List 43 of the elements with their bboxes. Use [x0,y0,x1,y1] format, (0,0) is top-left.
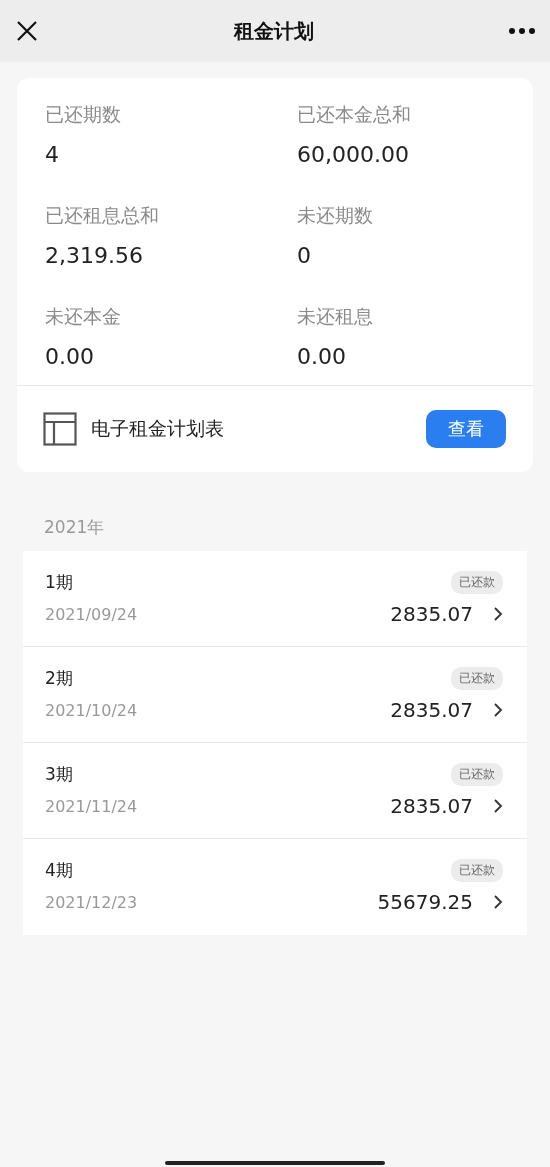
status-tag: 已还款 [451,571,503,594]
installment-row[interactable]: 2期 已还款 2021/10/24 2835.07 [23,647,527,743]
stat-label: 未还本金 [45,304,122,329]
stat-value: 4 [45,142,60,167]
amount: 2835.07 [390,602,473,626]
chevron-icon [493,894,503,910]
period-label: 3期 [45,763,73,786]
stat-label: 已还本金总和 [297,102,412,127]
stat-value: 0.00 [297,344,347,369]
period-label: 2期 [45,667,73,690]
due-date: 2021/11/24 [45,796,138,816]
stat-value: 2,319.56 [45,243,144,268]
chevron-icon [493,606,503,622]
due-date: 2021/12/23 [45,892,138,912]
status-tag: 已还款 [451,763,503,786]
stat-label: 未还租息 [297,304,374,329]
due-date: 2021/10/24 [45,700,138,720]
amount: 2835.07 [390,794,473,818]
installment-row[interactable]: 1期 已还款 2021/09/24 2835.07 [23,551,527,647]
year-label: 2021年 [43,516,106,539]
stat-value: 0.00 [45,344,95,369]
more-button[interactable] [508,27,536,35]
stat-label: 已还租息总和 [45,203,160,228]
stat-label: 已还期数 [45,102,122,127]
stat-label: 未还期数 [297,203,374,228]
view-button[interactable]: 查看 [426,410,506,448]
installment-row[interactable]: 3期 已还款 2021/11/24 2835.07 [23,743,527,839]
document-label: 电子租金计划表 [91,416,225,441]
table-icon [43,412,77,446]
more-icon [508,27,536,35]
installment-row[interactable]: 4期 已还款 2021/12/23 55679.25 [23,839,527,935]
due-date: 2021/09/24 [45,604,138,624]
stat-value: 0 [297,243,312,268]
chevron-icon [493,798,503,814]
amount: 55679.25 [377,890,473,914]
period-label: 4期 [45,859,73,882]
status-tag: 已还款 [451,667,503,690]
amount: 2835.07 [390,698,473,722]
chevron-icon [493,702,503,718]
stat-value: 60,000.00 [297,142,410,167]
period-label: 1期 [45,571,73,594]
status-tag: 已还款 [451,859,503,882]
page-title: 租金计划 [234,17,314,45]
